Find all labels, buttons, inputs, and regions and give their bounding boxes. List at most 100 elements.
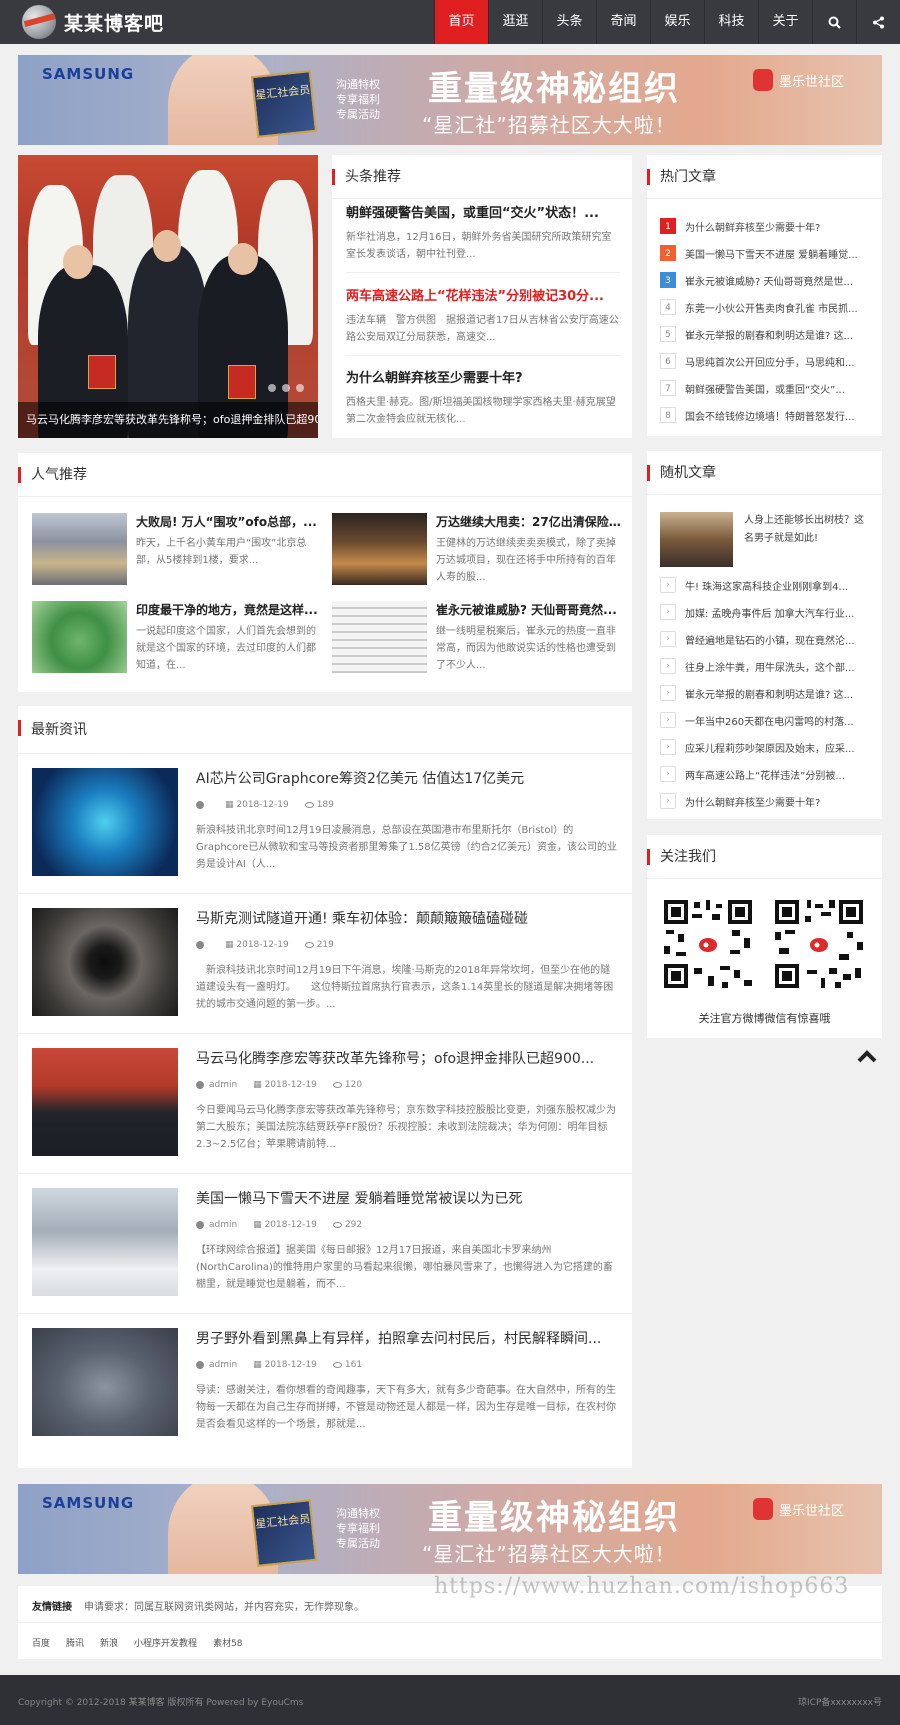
- hot-item-title[interactable]: 崔永元举报的剧春和刺明达是谁? 这...: [685, 327, 853, 342]
- random-featured-thumbnail[interactable]: [660, 512, 733, 567]
- news-meta: admin ▦ 2018-12-19 292: [196, 1220, 362, 1230]
- random-item-title[interactable]: 一年当中260天都在电闪雷鸣的村落...: [685, 713, 854, 728]
- news-item[interactable]: 马斯克测试隧道开通! 乘车初体验：颠颠簸簸磕磕碰碰 ▦ 2018-12-19 2…: [18, 894, 632, 1034]
- hot-item[interactable]: 8 国会不给钱修边境墙！特朗普怒发行...: [660, 405, 870, 425]
- search-button[interactable]: [812, 0, 856, 44]
- hot-item-title[interactable]: 东莞一小伙公开售卖肉食孔雀 市民抓...: [685, 300, 858, 315]
- slider-dot[interactable]: [282, 384, 290, 392]
- random-item[interactable]: › 曾经遍地是钻石的小镇，现在竟然沦...: [660, 629, 870, 649]
- nav-item-home[interactable]: 首页: [434, 0, 488, 44]
- hot-item-title[interactable]: 崔永元被谁威胁? 天仙哥哥竟然是世...: [685, 273, 853, 288]
- popular-item-title[interactable]: 崔永元被谁威胁? 天仙哥哥竟然...: [436, 601, 622, 618]
- random-item[interactable]: › 两车高速公路上“花样违法”分别被...: [660, 764, 870, 784]
- random-item[interactable]: › 加媒: 孟晚舟事件后 加拿大汽车行业...: [660, 602, 870, 622]
- slider-dot[interactable]: [268, 384, 276, 392]
- headline-title[interactable]: 两车高速公路上“花样违法”分别被记30分...: [346, 285, 620, 304]
- random-item[interactable]: › 为什么朝鲜弃核至少需要十年?: [660, 791, 870, 811]
- slider-caption[interactable]: 马云马化腾李彦宏等获改革先锋称号；ofo退押金排队已超90...: [18, 402, 318, 438]
- random-item[interactable]: › 一年当中260天都在电闪雷鸣的村落...: [660, 710, 870, 730]
- hot-item-title[interactable]: 美国一懒马下雪天不进屋 爱躺着睡觉...: [685, 246, 858, 261]
- news-thumbnail[interactable]: [32, 1048, 178, 1156]
- bottom-ad-banner[interactable]: SAMSUNG 星汇社会员 沟通特权 专享福利 专属活动 重量级神秘组织 “星汇…: [18, 1484, 882, 1574]
- follow-title: 关注我们: [647, 835, 882, 879]
- news-title[interactable]: 男子野外看到黑鼻上有异样，拍照拿去问村民后，村民解释瞬间...: [196, 1328, 618, 1348]
- news-thumbnail[interactable]: [32, 768, 178, 876]
- share-button[interactable]: [856, 0, 900, 44]
- news-author: admin: [196, 1220, 237, 1230]
- random-item[interactable]: › 牛! 珠海这家高科技企业刚刚拿到4...: [660, 575, 870, 595]
- random-item[interactable]: › 往身上涂牛粪，用牛尿洗头，这个部...: [660, 656, 870, 676]
- random-item[interactable]: › 崔永元举报的剧春和刺明达是谁? 这...: [660, 683, 870, 703]
- random-item-title[interactable]: 两车高速公路上“花样违法”分别被...: [685, 767, 845, 782]
- headline-item[interactable]: 朝鲜强硬警告美国，或重回“交火”状态！... 新华社消息，12月16日，朝鲜外务…: [346, 202, 620, 263]
- popular-item-title[interactable]: 万达继续大甩卖：27亿出清保险...: [436, 513, 622, 530]
- random-item-title[interactable]: 曾经遍地是钻石的小镇，现在竟然沦...: [685, 632, 855, 647]
- news-thumbnail[interactable]: [32, 1188, 178, 1296]
- brand-logo-icon: [752, 1498, 773, 1520]
- news-thumbnail[interactable]: [32, 908, 178, 1016]
- rank-badge: 1: [660, 218, 676, 234]
- popular-item[interactable]: 印度最干净的地方，竟然是这样... 一说起印度这个国家，人们首先会想到的就是这个…: [32, 601, 322, 677]
- hot-item[interactable]: 2 美国一懒马下雪天不进屋 爱躺着睡觉...: [660, 243, 870, 263]
- popular-item-title[interactable]: 大败局! 万人“围攻”ofo总部，...: [136, 513, 322, 530]
- news-title[interactable]: 马云马化腾李彦宏等获改革先锋称号；ofo退押金排队已超900...: [196, 1048, 618, 1068]
- nav-item-entertainment[interactable]: 娱乐: [650, 0, 704, 44]
- slider-dot[interactable]: [296, 384, 304, 392]
- news-title[interactable]: AI芯片公司Graphcore筹资2亿美元 估值达17亿美元: [196, 768, 618, 788]
- nav-item-oddities[interactable]: 奇闻: [596, 0, 650, 44]
- random-item-title[interactable]: 往身上涂牛粪，用牛尿洗头，这个部...: [685, 659, 855, 674]
- friend-link[interactable]: 小程序开发教程: [134, 1636, 197, 1649]
- popular-item-title[interactable]: 印度最干净的地方，竟然是这样...: [136, 601, 322, 618]
- random-featured-title[interactable]: 人身上还能够长出树枝？这名男子就是如此!: [744, 512, 870, 548]
- random-item-title[interactable]: 加媒: 孟晚舟事件后 加拿大汽车行业...: [685, 605, 854, 620]
- footer-icp[interactable]: 琼ICP备xxxxxxxx号: [798, 1695, 882, 1708]
- popular-thumbnail[interactable]: [32, 601, 127, 673]
- hot-item[interactable]: 7 朝鲜强硬警告美国，或重回“交火”...: [660, 378, 870, 398]
- news-author: admin: [196, 1360, 237, 1370]
- popular-thumbnail[interactable]: [332, 601, 427, 673]
- hot-item[interactable]: 5 崔永元举报的剧春和刺明达是谁? 这...: [660, 324, 870, 344]
- random-item[interactable]: › 应采儿程莉莎吵架原因及始末，应采...: [660, 737, 870, 757]
- random-item-title[interactable]: 为什么朝鲜弃核至少需要十年?: [685, 794, 820, 809]
- hot-item[interactable]: 1 为什么朝鲜弃核至少需要十年?: [660, 216, 870, 236]
- news-item[interactable]: AI芯片公司Graphcore筹资2亿美元 估值达17亿美元 ▦ 2018-12…: [18, 754, 632, 894]
- hot-item[interactable]: 3 崔永元被谁威胁? 天仙哥哥竟然是世...: [660, 270, 870, 290]
- popular-item[interactable]: 万达继续大甩卖：27亿出清保险... 王健林的万达继续卖卖卖模式，除了卖掉万达城…: [332, 513, 622, 589]
- news-item[interactable]: 马云马化腾李彦宏等获改革先锋称号；ofo退押金排队已超900... admin …: [18, 1034, 632, 1174]
- hot-item-title[interactable]: 朝鲜强硬警告美国，或重回“交火”...: [685, 381, 845, 396]
- hot-item-title[interactable]: 国会不给钱修边境墙！特朗普怒发行...: [685, 408, 855, 423]
- news-item[interactable]: 男子野外看到黑鼻上有异样，拍照拿去问村民后，村民解释瞬间... admin ▦ …: [18, 1314, 632, 1454]
- news-date: ▦ 2018-12-19: [225, 940, 289, 950]
- news-item[interactable]: 美国一懒马下雪天不进屋 爱躺着睡觉常被误以为已死 admin ▦ 2018-12…: [18, 1174, 632, 1314]
- back-to-top-button[interactable]: [856, 1046, 878, 1068]
- hot-item-title[interactable]: 马思纯首次公开回应分手，马思纯和...: [685, 354, 855, 369]
- popular-thumbnail[interactable]: [332, 513, 427, 585]
- nav-item-browse[interactable]: 逛逛: [488, 0, 542, 44]
- headline-title[interactable]: 朝鲜强硬警告美国，或重回“交火”状态！...: [346, 202, 620, 221]
- nav-item-headlines[interactable]: 头条: [542, 0, 596, 44]
- site-logo[interactable]: 某某博客吧: [22, 5, 164, 39]
- news-title[interactable]: 美国一懒马下雪天不进屋 爱躺着睡觉常被误以为已死: [196, 1188, 618, 1208]
- hot-item[interactable]: 6 马思纯首次公开回应分手，马思纯和...: [660, 351, 870, 371]
- news-title[interactable]: 马斯克测试隧道开通! 乘车初体验：颠颠簸簸磕磕碰碰: [196, 908, 618, 928]
- popular-thumbnail[interactable]: [32, 513, 127, 585]
- nav-item-tech[interactable]: 科技: [704, 0, 758, 44]
- hot-item[interactable]: 4 东莞一小伙公开售卖肉食孔雀 市民抓...: [660, 297, 870, 317]
- random-item-title[interactable]: 牛! 珠海这家高科技企业刚刚拿到4...: [685, 578, 848, 593]
- random-item-title[interactable]: 崔永元举报的剧春和刺明达是谁? 这...: [685, 686, 853, 701]
- headline-item[interactable]: 为什么朝鲜弃核至少需要十年? 西格夫里·赫克。图/斯坦福美国核物理学家西格夫里·…: [346, 367, 620, 428]
- friend-link[interactable]: 百度: [32, 1636, 50, 1649]
- headline-item[interactable]: 两车高速公路上“花样违法”分别被记30分... 违法车辆 警方供图 据报道记者1…: [346, 285, 620, 346]
- friend-link[interactable]: 素材58: [213, 1636, 242, 1649]
- random-item-title[interactable]: 应采儿程莉莎吵架原因及始末，应采...: [685, 740, 855, 755]
- top-ad-banner[interactable]: SAMSUNG 星汇社会员 沟通特权 专享福利 专属活动 重量级神秘组织 “星汇…: [18, 55, 882, 145]
- news-thumbnail[interactable]: [32, 1328, 178, 1436]
- headline-title[interactable]: 为什么朝鲜弃核至少需要十年?: [346, 367, 620, 386]
- friend-link[interactable]: 新浪: [100, 1636, 118, 1649]
- featured-slider[interactable]: 马云马化腾李彦宏等获改革先锋称号；ofo退押金排队已超90...: [18, 155, 318, 438]
- popular-item[interactable]: 大败局! 万人“围攻”ofo总部，... 昨天，上千名小黄车用户“围攻”北京总部…: [32, 513, 322, 589]
- friend-link[interactable]: 腾讯: [66, 1636, 84, 1649]
- hot-item-title[interactable]: 为什么朝鲜弃核至少需要十年?: [685, 219, 820, 234]
- popular-item[interactable]: 崔永元被谁威胁? 天仙哥哥竟然... 继一线明星税案后，崔永元的热度一直非常高，…: [332, 601, 622, 677]
- nav-item-about[interactable]: 关于: [758, 0, 812, 44]
